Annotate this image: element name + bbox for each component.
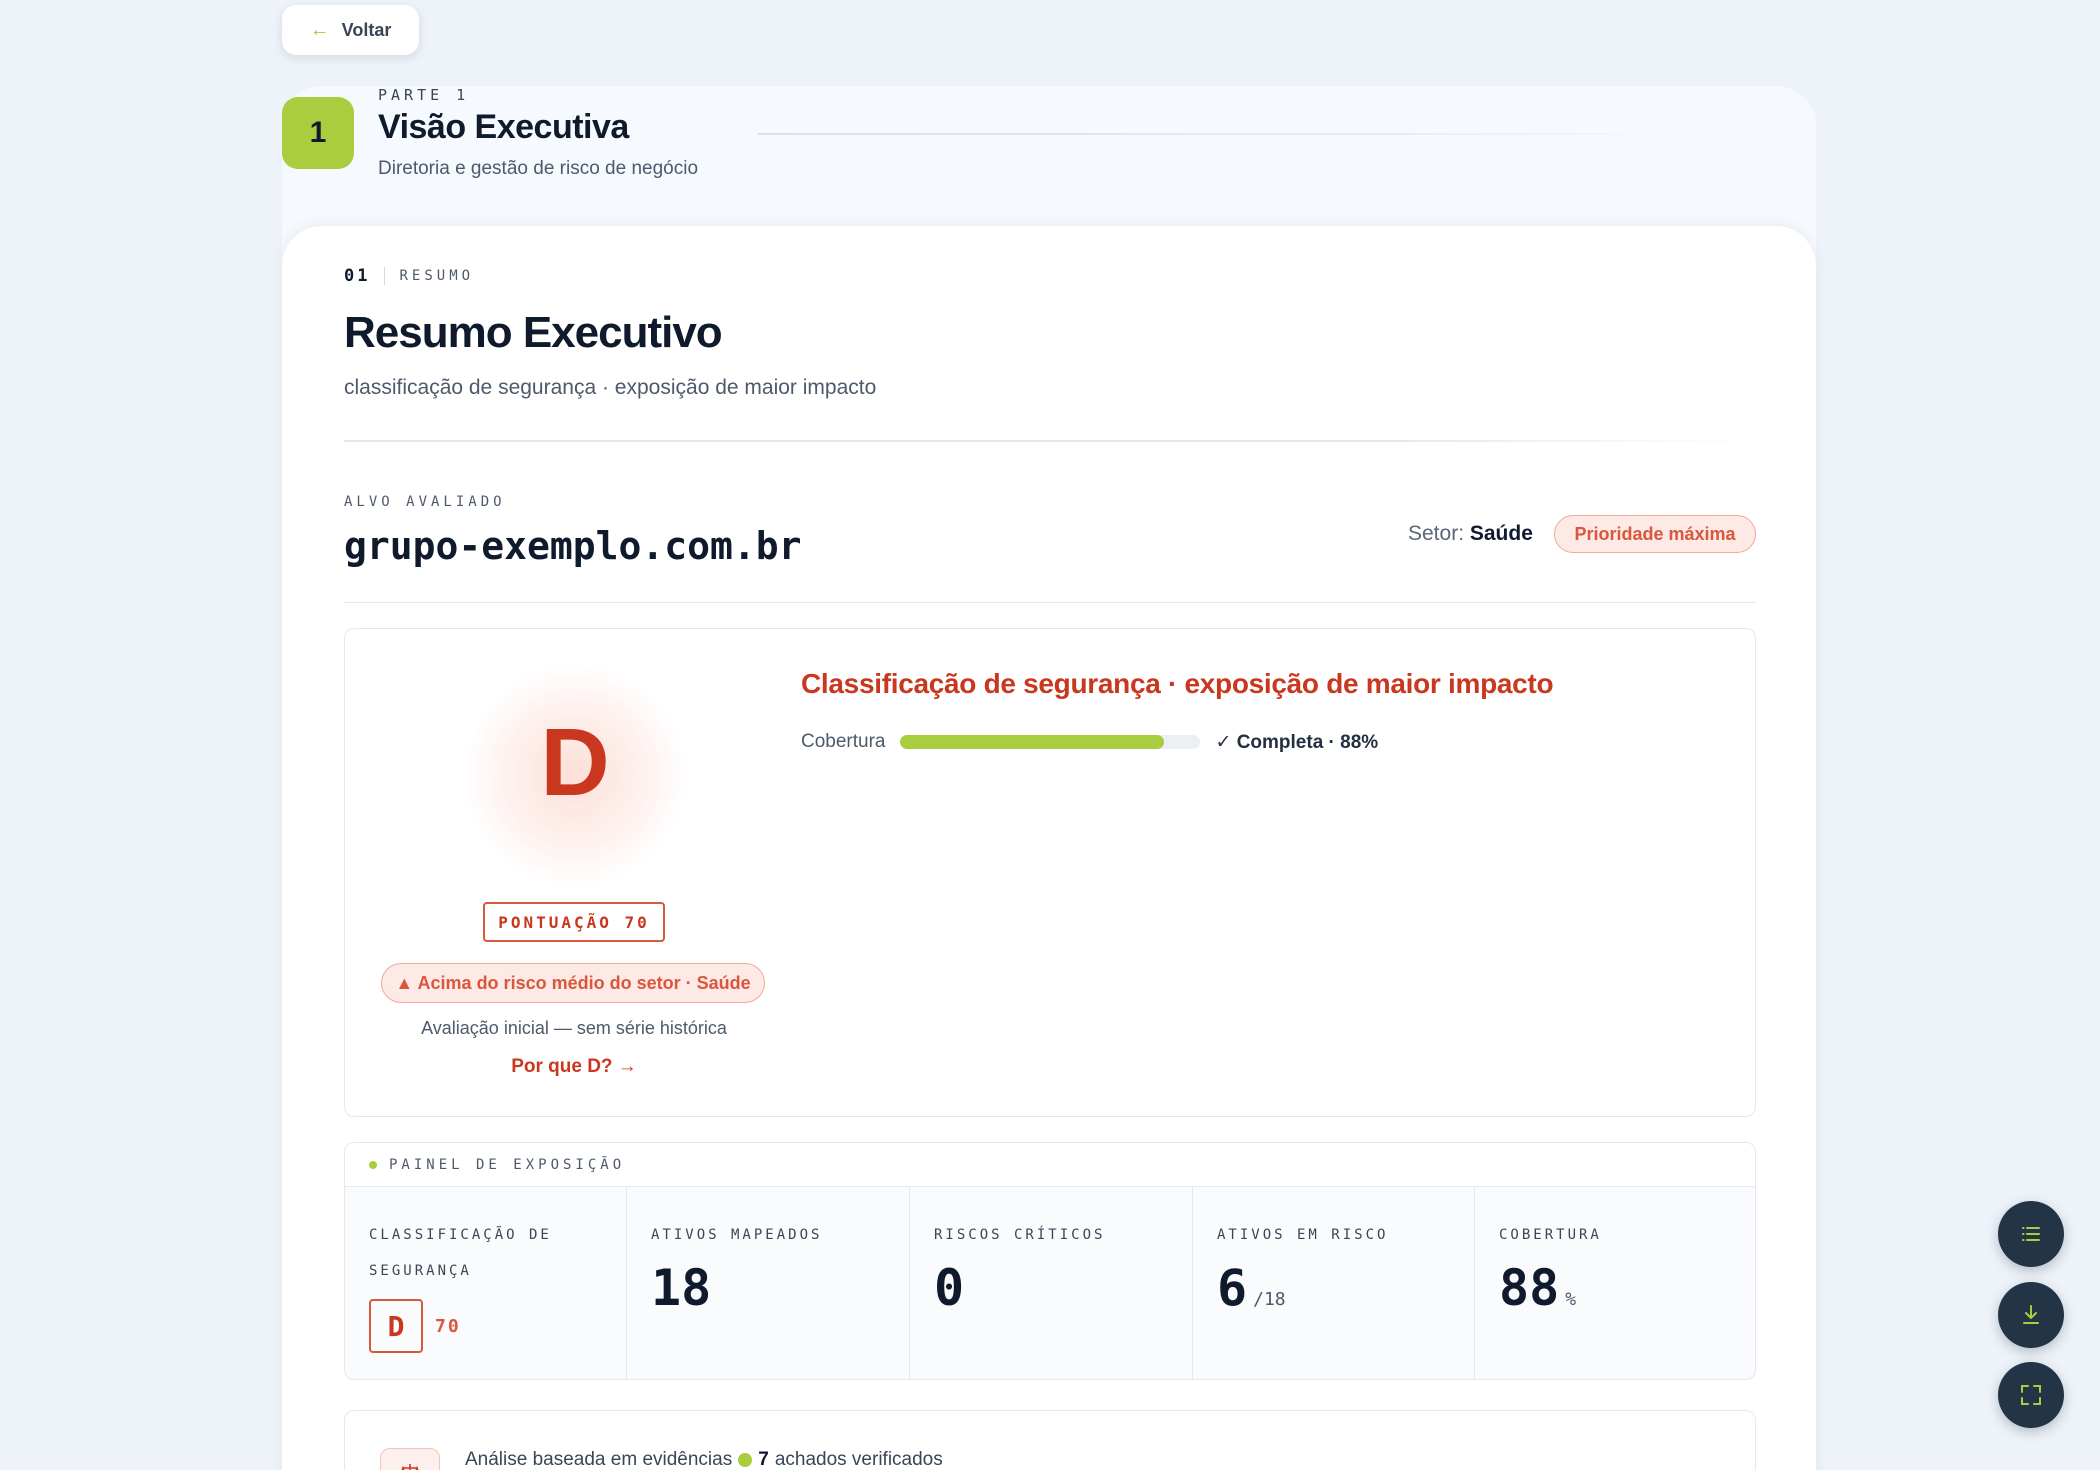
sector-info: Setor: Saúde [1408,522,1533,546]
section-divider [344,440,1754,442]
kpi-label: COBERTURA [1499,1227,1602,1243]
score-badge: PONTUAÇÃO 70 [483,902,665,942]
kpi-mapped-assets: ATIVOS MAPEADOS 18 [627,1187,910,1379]
sector-value: Saúde [1469,522,1533,545]
evidence-summary: Análise baseada em evidências 7 achados … [465,1449,943,1470]
part-number-badge: 1 [282,97,354,169]
kpi-label: ATIVOS EM RISCO [1217,1227,1389,1243]
exposure-panel-header: PAINEL DE EXPOSIÇÃO [345,1143,1755,1187]
verified-dot-icon [738,1453,753,1467]
kpi-grade-badge: D [369,1299,423,1353]
back-button[interactable]: ← Voltar [282,5,419,55]
why-grade-link[interactable]: Por que D? → [344,1056,804,1078]
section-title: Resumo Executivo [344,308,723,357]
exposure-panel-title: PAINEL DE EXPOSIÇÃO [389,1156,626,1173]
kpi-value: 18 [651,1263,909,1313]
kpi-grade-score: 70 [435,1315,461,1337]
list-icon [2022,1227,2040,1241]
coverage-status: ✓ Completa · 88% [1215,731,1379,753]
kpi-label: CLASSIFICAÇÃO DE SEGURANÇA [369,1227,552,1279]
part-kicker: PARTE 1 [378,86,470,104]
part-subtitle: Diretoria e gestão de risco de negócio [378,158,699,179]
section-subtitle: classificação de segurança · exposição d… [344,376,877,399]
kpi-assets-at-risk: ATIVOS EM RISCO 6/18 [1193,1187,1475,1379]
target-label: ALVO AVALIADO [344,494,506,510]
download-icon [2023,1305,2039,1324]
kpi-label: RISCOS CRÍTICOS [934,1227,1106,1243]
section-label: RESUMO [399,268,475,284]
coverage-progress-bar [899,735,1200,749]
sector-risk-badge: ▲ Acima do risco médio do setor · Saúde [381,963,765,1003]
kpi-grade-row: D 70 [369,1299,626,1353]
kpi-value: 0 [934,1263,1192,1313]
download-button[interactable] [1998,1282,2064,1348]
coverage-row: Cobertura ✓ Completa · 88% [801,730,1378,754]
coverage-progress-fill [899,735,1164,749]
classification-heading: Classificação de segurança · exposição d… [801,668,1554,699]
kpi-value: 6/18 [1217,1263,1474,1313]
back-button-label: Voltar [341,19,392,40]
section-kicker-separator [384,267,386,285]
arrow-left-icon: ← [309,18,330,41]
evidence-prefix: Análise baseada em evidências [465,1449,733,1470]
evidence-suffix: achados verificados [774,1449,943,1470]
kpi-coverage: COBERTURA 88% [1475,1187,1755,1379]
kpi-value-number: 18 [651,1259,712,1317]
evaluation-note: Avaliação inicial — sem série histórica [421,1018,727,1038]
target-domain: grupo-exemplo.com.br [344,524,802,568]
kpi-critical-risks: RISCOS CRÍTICOS 0 [910,1187,1193,1379]
exposure-panel: PAINEL DE EXPOSIÇÃO CLASSIFICAÇÃO DE SEG… [344,1142,1756,1380]
table-of-contents-button[interactable] [1998,1201,2064,1267]
kpi-value-number: 88 [1499,1259,1560,1317]
evidence-count: 7 [758,1449,769,1470]
part-divider [758,133,1678,135]
section-number: 01 [344,266,371,286]
status-dot-icon [369,1160,377,1169]
kpi-value-number: 0 [934,1259,965,1317]
scale-icon [401,1464,419,1470]
fullscreen-icon [2021,1385,2041,1405]
kpi-value-suffix: /18 [1253,1289,1286,1310]
target-divider [344,602,1756,603]
sector-label: Setor: [1408,522,1465,545]
kpi-security-grade: CLASSIFICAÇÃO DE SEGURANÇA D 70 [345,1187,627,1379]
part-title: Visão Executiva [378,108,629,146]
grade-letter: D [540,709,610,816]
kpi-value: 88% [1499,1263,1755,1313]
kpi-label: ATIVOS MAPEADOS [651,1227,823,1243]
coverage-label: Cobertura [801,731,886,752]
evidence-icon [380,1448,440,1470]
section-kicker: 01 RESUMO [344,266,474,286]
priority-badge: Prioridade máxima [1554,515,1756,553]
fullscreen-button[interactable] [1998,1362,2064,1428]
kpi-value-number: 6 [1217,1259,1248,1317]
kpi-value-suffix: % [1565,1289,1577,1310]
